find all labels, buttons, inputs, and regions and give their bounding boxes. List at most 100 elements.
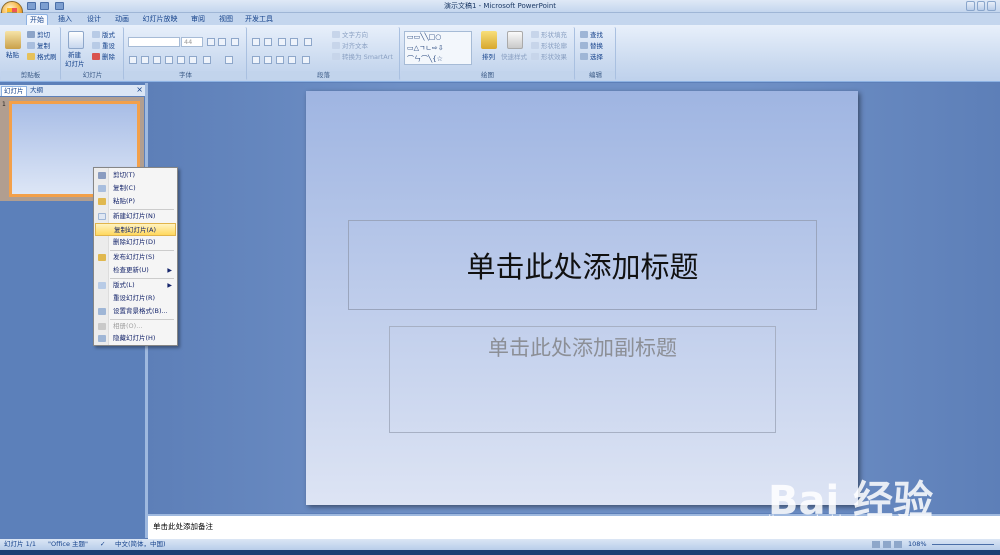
- menu-item-publish-slides[interactable]: 发布幻灯片(S): [95, 251, 176, 264]
- menu-item-format-background[interactable]: 设置背景格式(B)...: [95, 305, 176, 318]
- shape-effects-icon: [531, 53, 539, 60]
- shapes-gallery[interactable]: ▭▭╲╲□○ ▭△ㄱㄴ⇨⇩ ⌒ㄣ⌒╲{☆: [404, 31, 472, 65]
- reset-button[interactable]: 重设: [92, 42, 115, 51]
- font-label: 字体: [125, 71, 246, 80]
- slide-counter: 幻灯片 1/1: [4, 540, 37, 548]
- panel-close-icon[interactable]: ×: [136, 85, 143, 94]
- find-button[interactable]: 查找: [580, 31, 603, 40]
- columns-icon[interactable]: [302, 56, 310, 64]
- font-size-combo[interactable]: 44: [181, 37, 203, 47]
- save-icon[interactable]: [27, 2, 36, 10]
- menu-item-copy[interactable]: 复制(C): [95, 182, 176, 195]
- delete-icon: [92, 53, 100, 60]
- convert-smartart-button[interactable]: 转换为 SmartArt: [332, 53, 393, 62]
- slideshow-view-icon[interactable]: [894, 541, 902, 548]
- menu-item-hide-slide[interactable]: 隐藏幻灯片(H): [95, 332, 176, 345]
- menu-item-new-slide[interactable]: 新建幻灯片(N): [95, 210, 176, 223]
- font-group: 44 字体: [125, 27, 247, 80]
- tab-review[interactable]: 审阅: [188, 14, 208, 25]
- drawing-group: ▭▭╲╲□○ ▭△ㄱㄴ⇨⇩ ⌒ㄣ⌒╲{☆ 排列 快速样式 形状填充 形状轮廓 形状效…: [401, 27, 575, 80]
- tab-home[interactable]: 开始: [26, 14, 48, 25]
- tab-design[interactable]: 设计: [84, 14, 104, 25]
- italic-icon[interactable]: [141, 56, 149, 64]
- subtitle-placeholder[interactable]: 单击此处添加副标题: [389, 326, 776, 433]
- text-direction-button[interactable]: 文字方向: [332, 31, 368, 40]
- strikethrough-icon[interactable]: [165, 56, 173, 64]
- menu-label: 剪切(T): [113, 171, 136, 179]
- layout-button[interactable]: 版式: [92, 31, 115, 40]
- tab-animation[interactable]: 动画: [112, 14, 132, 25]
- title-placeholder[interactable]: 单击此处添加标题: [348, 220, 817, 310]
- align-text-button[interactable]: 对齐文本: [332, 42, 368, 51]
- decrease-indent-icon[interactable]: [278, 38, 286, 46]
- tab-insert[interactable]: 插入: [55, 14, 75, 25]
- arrange-icon: [481, 31, 497, 49]
- change-case-icon[interactable]: [203, 56, 211, 64]
- tab-developer[interactable]: 开发工具: [244, 14, 274, 25]
- menu-item-duplicate-slide[interactable]: 复制幻灯片(A): [95, 223, 176, 236]
- paste-button[interactable]: 粘贴: [6, 51, 19, 60]
- copy-button[interactable]: 复制: [27, 42, 50, 51]
- clear-format-icon[interactable]: [231, 38, 239, 46]
- spacing-icon[interactable]: [189, 56, 197, 64]
- find-label: 查找: [590, 31, 603, 39]
- increase-indent-icon[interactable]: [290, 38, 298, 46]
- redo-icon[interactable]: [55, 2, 64, 10]
- font-color-icon[interactable]: [225, 56, 233, 64]
- maximize-icon[interactable]: [976, 1, 986, 11]
- grow-font-icon[interactable]: [207, 38, 215, 46]
- paste-icon: [98, 198, 106, 205]
- align-left-icon[interactable]: [252, 56, 260, 64]
- minimize-icon[interactable]: [966, 1, 975, 11]
- menu-label: 相册(O)...: [113, 322, 143, 330]
- format-painter-button[interactable]: 格式刷: [27, 53, 57, 62]
- shape-fill-button[interactable]: 形状填充: [531, 31, 567, 40]
- zoom-slider[interactable]: [932, 544, 994, 545]
- close-icon[interactable]: [987, 1, 997, 11]
- window-title: 演示文稿1 - Microsoft PowerPoint: [443, 2, 557, 10]
- cut-button[interactable]: 剪切: [27, 31, 50, 40]
- line-spacing-icon[interactable]: [304, 38, 312, 46]
- tab-slideshow[interactable]: 幻灯片放映: [140, 14, 180, 25]
- new-slide-label: 幻灯片: [65, 60, 85, 68]
- shrink-font-icon[interactable]: [218, 38, 226, 46]
- menu-item-delete-slide[interactable]: 删除幻灯片(D): [95, 236, 176, 249]
- select-button[interactable]: 选择: [580, 53, 603, 62]
- spellcheck-icon[interactable]: ✓: [100, 539, 105, 550]
- menu-item-check-updates[interactable]: 检查更新(U) ▶: [95, 264, 176, 277]
- shape-effects-button[interactable]: 形状效果: [531, 53, 567, 62]
- menu-item-layout[interactable]: 版式(L) ▶: [95, 279, 176, 292]
- bullets-icon[interactable]: [252, 38, 260, 46]
- align-right-icon[interactable]: [276, 56, 284, 64]
- tab-slides-panel[interactable]: 幻灯片: [1, 86, 27, 96]
- select-label: 选择: [590, 53, 603, 61]
- normal-view-icon[interactable]: [872, 541, 880, 548]
- tab-outline-panel[interactable]: 大纲: [28, 86, 45, 96]
- font-name-combo[interactable]: [128, 37, 180, 47]
- sorter-view-icon[interactable]: [883, 541, 891, 548]
- album-icon: [98, 323, 106, 330]
- quick-styles-button[interactable]: 快速样式: [501, 53, 527, 62]
- tab-view[interactable]: 视图: [216, 14, 236, 25]
- numbering-icon[interactable]: [264, 38, 272, 46]
- slides-label: 幻灯片: [62, 71, 123, 80]
- undo-icon[interactable]: [40, 2, 49, 10]
- replace-button[interactable]: 替换: [580, 42, 603, 51]
- delete-button[interactable]: 删除: [92, 53, 115, 62]
- shape-outline-button[interactable]: 形状轮廓: [531, 42, 567, 51]
- copy-label: 复制: [37, 42, 50, 50]
- menu-item-cut[interactable]: 剪切(T): [95, 169, 176, 182]
- arrange-button[interactable]: 排列: [482, 53, 495, 62]
- menu-item-paste[interactable]: 粘贴(P): [95, 195, 176, 208]
- copy-icon: [98, 185, 106, 192]
- bold-icon[interactable]: [129, 56, 137, 64]
- justify-icon[interactable]: [288, 56, 296, 64]
- align-center-icon[interactable]: [264, 56, 272, 64]
- new-slide-button[interactable]: 新建: [68, 51, 81, 60]
- panel-tabs: 幻灯片 大纲 ×: [0, 85, 146, 96]
- baidu-watermark: Bai 经验 jingyan.baidu.com: [768, 448, 998, 528]
- underline-icon[interactable]: [153, 56, 161, 64]
- paragraph-label: 段落: [248, 71, 399, 80]
- menu-item-reset-slide[interactable]: 重设幻灯片(R): [95, 292, 176, 305]
- shadow-icon[interactable]: [177, 56, 185, 64]
